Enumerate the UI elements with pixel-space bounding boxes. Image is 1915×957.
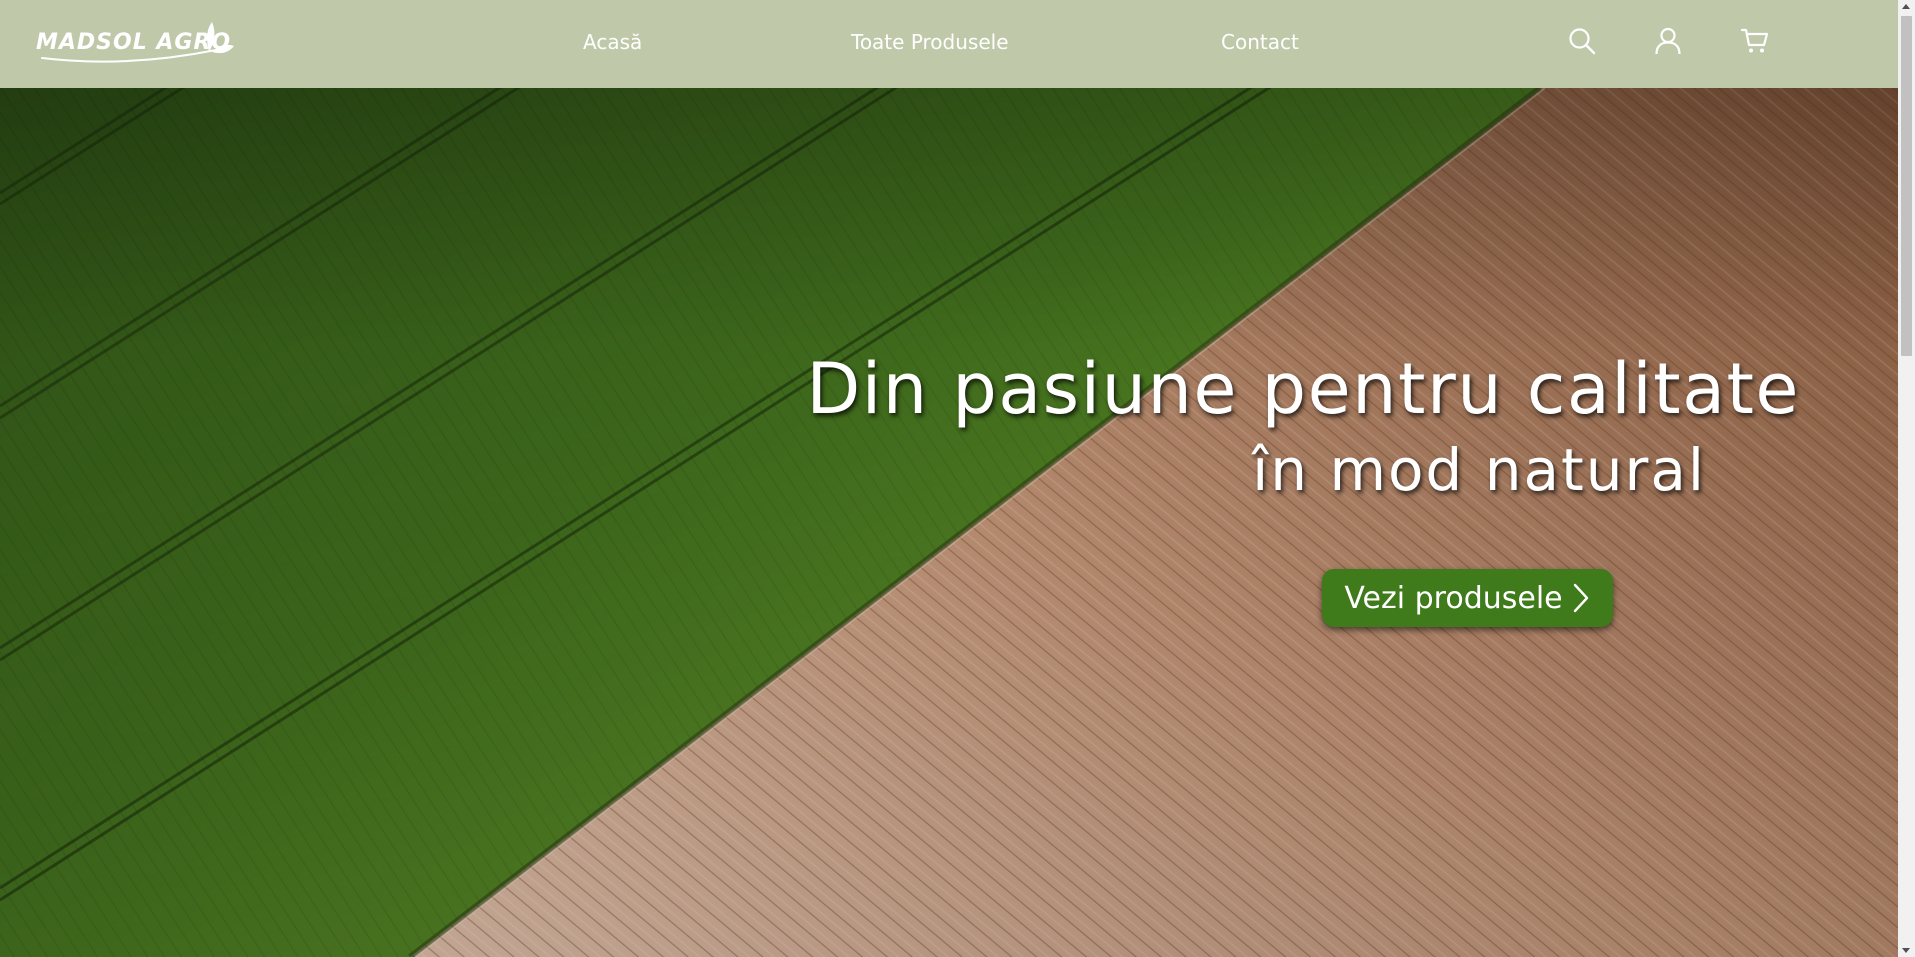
nav-toate-produsele[interactable]: Toate Produsele — [851, 30, 1009, 54]
view-products-button[interactable]: Vezi produsele — [1322, 569, 1613, 627]
logo[interactable]: MADSOL AGRO — [36, 18, 236, 70]
hero-title: Din pasiune pentru calitate — [806, 348, 1800, 430]
site-header: MADSOL AGRO Acasă Toate Produsele Contac… — [0, 0, 1898, 88]
hero-background-image — [0, 88, 1898, 957]
hero-subtitle: în mod natural — [1252, 436, 1706, 504]
logo-text: MADSOL AGRO — [36, 30, 231, 55]
nav-contact[interactable]: Contact — [1221, 30, 1299, 54]
cart-icon[interactable] — [1740, 26, 1770, 56]
scroll-down-arrow-icon[interactable] — [1902, 948, 1910, 953]
view-products-label: Vezi produsele — [1344, 580, 1563, 616]
logo-mark: MADSOL AGRO — [36, 22, 234, 63]
user-icon[interactable] — [1653, 26, 1683, 56]
hero-section: Din pasiune pentru calitate în mod natur… — [0, 88, 1898, 957]
scroll-up-arrow-icon[interactable] — [1902, 4, 1910, 9]
scrollbar-thumb[interactable] — [1901, 16, 1912, 356]
search-icon[interactable] — [1567, 26, 1597, 56]
chevron-right-icon — [1573, 583, 1588, 613]
nav-acasa[interactable]: Acasă — [583, 30, 642, 54]
page-scrollbar[interactable] — [1898, 0, 1915, 957]
